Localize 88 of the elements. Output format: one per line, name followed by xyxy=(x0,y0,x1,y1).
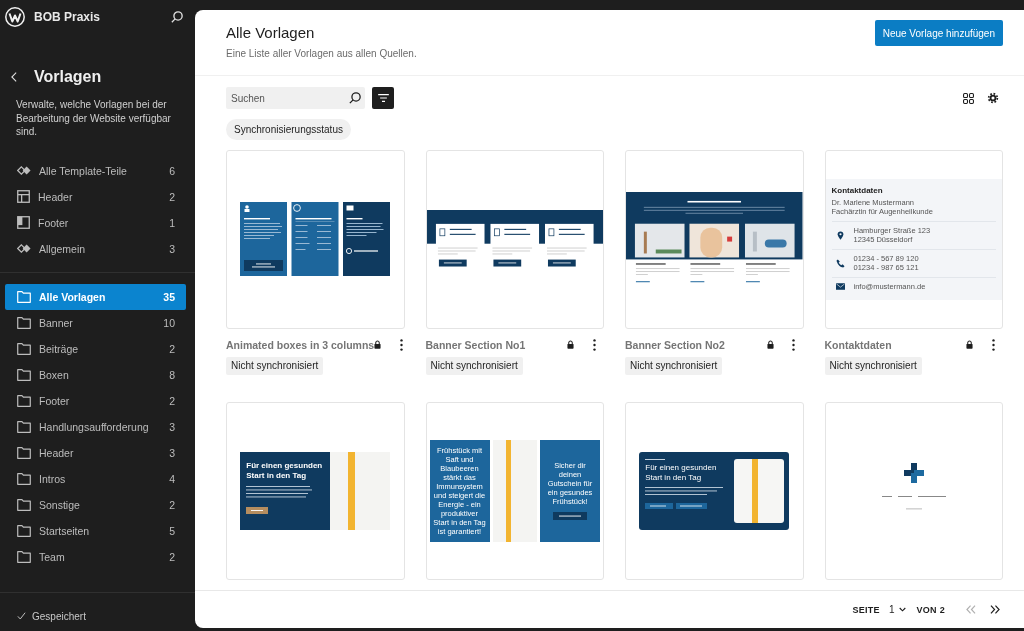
more-vertical-icon xyxy=(991,338,995,351)
category-item[interactable]: Team 2 xyxy=(5,543,186,570)
template-part-item[interactable]: Footer 1 xyxy=(5,209,186,236)
search-button[interactable] xyxy=(171,11,183,23)
category-item[interactable]: Beiträge 2 xyxy=(5,335,186,362)
pattern-preview[interactable]: Für einen gesunden Start in den Tag xyxy=(625,401,804,580)
envelope-icon xyxy=(835,281,845,291)
pattern-title[interactable]: Kontaktdaten xyxy=(824,338,966,351)
add-template-button[interactable]: Neue Vorlage hinzufügen xyxy=(874,20,1003,46)
pattern-preview[interactable] xyxy=(226,150,405,329)
folder-icon xyxy=(17,420,31,433)
page-select[interactable]: 1 xyxy=(888,604,907,615)
category-item[interactable]: Header 3 xyxy=(5,439,186,466)
folder-icon xyxy=(17,394,31,407)
folder-icon xyxy=(17,524,31,537)
pattern-title[interactable]: Banner Section No2 xyxy=(625,338,767,351)
preview-button-drawing xyxy=(246,506,269,514)
sync-status-badge: Nicht synchronisiert xyxy=(824,356,922,375)
more-vertical-icon xyxy=(592,338,596,351)
layout-button[interactable] xyxy=(963,92,974,104)
phone-icon xyxy=(835,258,845,268)
settings-button[interactable] xyxy=(987,92,999,104)
folder-icon xyxy=(17,498,31,511)
template-part-item[interactable]: Allgemein 3 xyxy=(5,235,186,262)
category-item[interactable]: Boxen 8 xyxy=(5,361,186,388)
pattern-title[interactable]: Banner Section No1 xyxy=(425,338,567,351)
check-icon xyxy=(17,612,26,620)
next-page-button[interactable] xyxy=(990,605,1000,614)
sidebar-description: Verwalte, welche Vorlagen bei der Bearbeitung der Website verfügbar sind. xyxy=(16,98,172,139)
double-chevron-right-icon xyxy=(990,605,1000,614)
more-vertical-icon xyxy=(792,338,795,351)
banner-heading: Für einen gesunden Start in den Tag xyxy=(645,462,718,483)
template-part-item[interactable]: Header 2 xyxy=(5,183,186,210)
folder-icon xyxy=(17,316,31,329)
search-field[interactable]: Suchen xyxy=(226,87,365,109)
cross-logo-icon xyxy=(903,463,924,484)
folder-icon xyxy=(17,342,31,355)
category-item[interactable]: Banner 10 xyxy=(5,309,186,336)
search-icon xyxy=(171,11,183,23)
sync-status-badge: Nicht synchronisiert xyxy=(625,356,723,375)
category-item[interactable]: Startseiten 5 xyxy=(5,517,186,544)
preview-buttons-drawing xyxy=(645,502,708,509)
pattern-preview[interactable] xyxy=(625,150,804,329)
category-item[interactable]: Sonstige 2 xyxy=(5,491,186,518)
filter-icon xyxy=(377,94,389,102)
sidebar-title: Vorlagen xyxy=(34,67,102,87)
sync-status-badge: Nicht synchronisiert xyxy=(425,356,523,375)
page-total: VON 2 xyxy=(916,604,945,615)
page-subtitle: Eine Liste aller Vorlagen aus allen Quellen. xyxy=(226,47,417,61)
folder-icon xyxy=(17,472,31,485)
logo-icon[interactable] xyxy=(5,7,25,27)
text-lines-drawing xyxy=(645,458,666,460)
diamonds-icon xyxy=(17,166,31,175)
grid-icon xyxy=(963,92,974,104)
save-status: Gespeichert xyxy=(32,610,86,622)
settings-icon xyxy=(987,92,999,104)
page-title: Alle Vorlagen xyxy=(226,23,316,43)
category-item[interactable]: Handlungsaufforderung 3 xyxy=(5,413,186,440)
more-vertical-icon xyxy=(399,338,403,351)
chevron-down-icon xyxy=(899,607,907,612)
search-icon xyxy=(349,92,361,104)
page-label: SEITE xyxy=(852,604,880,615)
category-item[interactable]: Footer 2 xyxy=(5,387,186,414)
photo-placeholder xyxy=(734,458,785,523)
pattern-title[interactable]: Animated boxes in 3 columns xyxy=(226,338,375,351)
folder-icon xyxy=(17,446,31,459)
sync-status-badge: Nicht synchronisiert xyxy=(226,356,324,375)
back-button[interactable] xyxy=(11,72,17,82)
footer-layout-icon xyxy=(17,216,30,229)
double-chevron-left-icon xyxy=(966,605,976,614)
contact-heading: Kontaktdaten xyxy=(831,184,884,196)
chevron-left-icon xyxy=(11,72,17,82)
filter-chip[interactable]: Synchronisierungsstatus xyxy=(226,119,351,140)
folder-icon xyxy=(17,368,31,381)
pattern-preview[interactable] xyxy=(425,150,604,329)
diamonds-icon xyxy=(17,244,31,253)
folder-icon xyxy=(17,550,31,563)
location-pin-icon xyxy=(835,230,845,240)
category-item[interactable]: Intros 4 xyxy=(5,465,186,492)
preview-button-drawing xyxy=(553,512,587,521)
folder-icon xyxy=(17,290,31,303)
filter-button[interactable] xyxy=(372,87,394,109)
header-layout-icon xyxy=(17,190,30,203)
pattern-preview[interactable]: Für einen gesunden Start in den Tag xyxy=(226,401,405,580)
site-name: BOB Praxis xyxy=(34,10,101,24)
category-item[interactable]: Alle Vorlagen 35 xyxy=(5,283,186,310)
template-part-item[interactable]: Alle Template-Teile 6 xyxy=(5,157,186,184)
banner-heading: Für einen gesunden Start in den Tag xyxy=(246,460,324,481)
